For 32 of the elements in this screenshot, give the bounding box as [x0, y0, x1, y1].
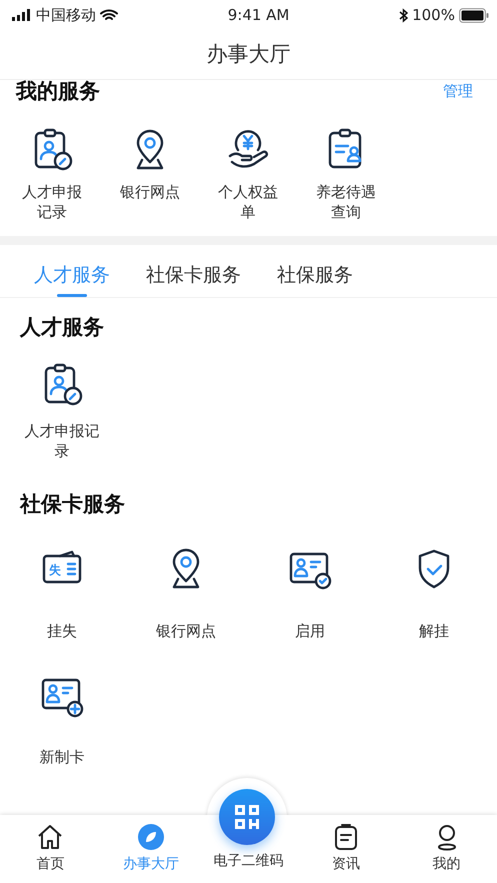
section-heading: 人才服务 — [18, 314, 105, 340]
nav-tab[interactable]: 电子二维码 — [214, 851, 284, 881]
nav-tab[interactable]: 我的 — [396, 815, 497, 883]
page-title: 办事大厅 — [206, 40, 290, 68]
nav-tab[interactable]: 资讯 — [296, 815, 396, 883]
home-icon — [36, 823, 64, 851]
service-label[interactable]: 人才申报记录 — [20, 421, 104, 461]
service-label[interactable]: 解挂 — [419, 620, 449, 640]
tab[interactable]: 社保服务 — [277, 244, 353, 296]
section-heading: 我的服务 — [16, 78, 100, 105]
bluetooth-icon — [399, 8, 408, 22]
service-label[interactable]: 人才申报记录 — [17, 182, 87, 222]
service-label[interactable]: 启用 — [295, 620, 325, 640]
leaf-icon — [137, 823, 166, 851]
carrier-name: 中国移动 — [36, 4, 96, 26]
status-time: 9:41 AM — [228, 4, 290, 26]
service-label[interactable]: 新制卡 — [40, 746, 84, 766]
service-label[interactable]: 银行网点 — [115, 182, 185, 202]
nav-tab[interactable]: 首页 — [0, 815, 101, 883]
battery-percent: 100% — [412, 4, 455, 26]
card-badge-text: 失 — [49, 562, 61, 576]
card-icon — [42, 550, 82, 583]
tab[interactable]: 社保卡服务 — [146, 244, 241, 296]
qr-code-icon — [234, 804, 260, 830]
service-label[interactable]: 养老待遇查询 — [311, 182, 381, 222]
signal-icon — [12, 9, 32, 21]
service-label[interactable]: 个人权益单 — [213, 182, 283, 222]
wifi-icon — [100, 8, 118, 22]
section-heading: 社保卡服务 — [18, 491, 126, 518]
battery-icon — [458, 8, 489, 22]
service-label[interactable]: 挂失 — [47, 620, 77, 640]
service-label[interactable]: 银行网点 — [156, 620, 216, 640]
